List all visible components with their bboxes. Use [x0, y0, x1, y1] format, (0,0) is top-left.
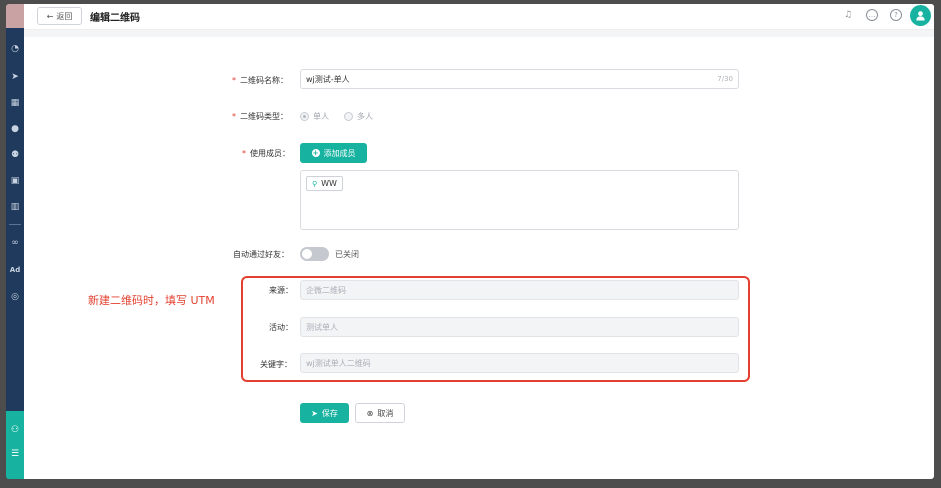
plus-icon: +: [311, 149, 320, 157]
back-button-label: 返回: [56, 11, 73, 21]
annotation-text: 新建二维码时，填写 UTM: [88, 294, 215, 307]
utm-keyword-label: 关键字：: [260, 360, 292, 369]
utm-keyword-placeholder: wj测试单人二维码: [306, 358, 371, 368]
sidebar-divider: [9, 224, 21, 225]
required-mark: *: [242, 149, 246, 158]
send-icon[interactable]: ➤: [8, 70, 22, 84]
header-shadow: [24, 30, 934, 37]
bell-icon[interactable]: ♫: [842, 9, 854, 21]
users-icon[interactable]: ⚉: [8, 148, 22, 162]
ad-icon[interactable]: Ad: [8, 263, 22, 277]
user-avatar-icon: [916, 11, 925, 21]
toggle-knob: [302, 249, 312, 259]
add-member-button[interactable]: + 添加成员: [300, 143, 367, 163]
utm-campaign-input[interactable]: 测试单人: [300, 317, 739, 337]
top-header: ← 返回 编辑二维码 ♫ … ?: [24, 4, 934, 30]
radio-single-label: 单人: [313, 112, 329, 121]
radio-checked-icon: [300, 112, 309, 121]
utm-source-placeholder: 企微二维码: [306, 285, 346, 295]
auto-friend-label: 自动通过好友：: [233, 250, 289, 259]
required-mark: *: [232, 112, 236, 121]
members-box[interactable]: ⚲ WW: [300, 170, 739, 230]
utm-campaign-placeholder: 测试单人: [306, 322, 338, 332]
utm-source-input[interactable]: 企微二维码: [300, 280, 739, 300]
member-tag-label: WW: [321, 179, 337, 188]
user-avatar[interactable]: [910, 5, 931, 26]
close-circle-icon: ⊗: [366, 408, 374, 418]
arrow-left-icon: ←: [46, 11, 54, 21]
add-member-label: 添加成员: [323, 148, 356, 158]
required-mark: *: [232, 76, 236, 85]
utm-source-label: 来源：: [269, 286, 293, 295]
save-button-label: 保存: [321, 408, 338, 418]
radio-multi-label: 多人: [357, 112, 373, 121]
back-button[interactable]: ← 返回: [37, 7, 82, 25]
calendar-icon[interactable]: ▦: [8, 96, 22, 110]
save-button[interactable]: ➤ 保存: [300, 403, 349, 423]
user-icon[interactable]: ●: [8, 122, 22, 136]
member-tag[interactable]: ⚲ WW: [306, 176, 343, 191]
logo: [6, 4, 24, 28]
utm-keyword-input[interactable]: wj测试单人二维码: [300, 353, 739, 373]
radio-unchecked-icon: [344, 112, 353, 121]
radio-multi[interactable]: 多人: [344, 111, 373, 122]
user-icon: ⚲: [312, 179, 318, 188]
list-icon[interactable]: ☰: [8, 447, 22, 461]
link-icon[interactable]: ∞: [8, 236, 22, 250]
sidebar-bottom-panel: ⚇ ☰: [6, 411, 24, 479]
page-title: 编辑二维码: [90, 13, 140, 24]
members-label: * 使用成员：: [242, 149, 290, 158]
message-icon[interactable]: …: [866, 9, 878, 21]
help-icon[interactable]: ?: [890, 9, 902, 21]
qr-name-input[interactable]: wj测试-单人 7/30: [300, 69, 739, 89]
toggle-state-text: 已关闭: [335, 250, 359, 259]
cancel-button-label: 取消: [377, 408, 394, 418]
app-window: ◔ ➤ ▦ ● ⚉ ▣ ▥ ∞ Ad ◎ ⚇ ☰ ← 返回 编辑二维码 ♫ … …: [6, 4, 934, 479]
team-icon[interactable]: ⚇: [8, 423, 22, 437]
sidebar: ◔ ➤ ▦ ● ⚉ ▣ ▥ ∞ Ad ◎ ⚇ ☰: [6, 4, 24, 479]
radio-single[interactable]: 单人: [300, 111, 329, 122]
utm-campaign-label: 活动：: [269, 323, 293, 332]
dashboard-icon[interactable]: ◔: [8, 42, 22, 56]
cancel-button[interactable]: ⊗ 取消: [355, 403, 405, 423]
bookmark-icon[interactable]: ▣: [8, 174, 22, 188]
qr-name-value: wj测试-单人: [306, 74, 350, 84]
char-counter: 7/30: [717, 75, 733, 83]
qr-type-label: * 二维码类型：: [232, 112, 288, 121]
auto-friend-toggle[interactable]: [300, 247, 329, 261]
settings-icon[interactable]: ◎: [8, 290, 22, 304]
send-icon: ➤: [311, 408, 318, 418]
qr-name-label: * 二维码名称：: [232, 76, 288, 85]
chart-icon[interactable]: ▥: [8, 200, 22, 214]
